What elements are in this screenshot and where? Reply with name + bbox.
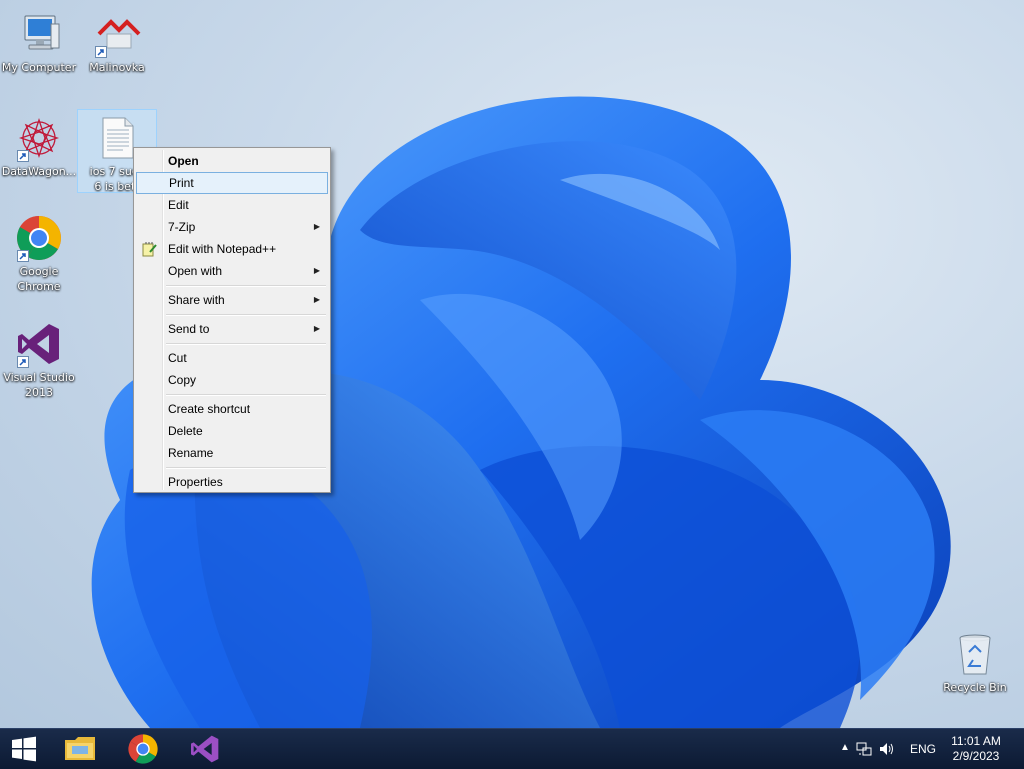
menu-item-rename[interactable]: Rename bbox=[136, 442, 328, 464]
network-icon[interactable] bbox=[856, 741, 872, 757]
desktop-icon-label: My Computer bbox=[1, 61, 77, 74]
menu-item-label: Properties bbox=[168, 475, 223, 489]
desktop-icon-malinovka[interactable]: Malinovka bbox=[78, 6, 156, 75]
menu-item-send-to[interactable]: Send to ▶ bbox=[136, 318, 328, 340]
menu-item-label: Create shortcut bbox=[168, 402, 251, 416]
menu-item-edit[interactable]: Edit bbox=[136, 194, 328, 216]
taskbar-chrome[interactable] bbox=[123, 733, 163, 765]
desktop-icon-label: 2013 bbox=[25, 386, 53, 399]
menu-item-open[interactable]: Open bbox=[136, 150, 328, 172]
context-menu: Open Print Edit 7-Zip ▶ Edit with Notepad… bbox=[133, 147, 331, 493]
visual-studio-icon bbox=[191, 735, 219, 763]
desktop[interactable]: My Computer Malinovka DataWagon... ios 7… bbox=[0, 0, 1024, 728]
notepad-plus-plus-icon bbox=[142, 242, 157, 257]
volume-icon[interactable] bbox=[878, 741, 894, 757]
menu-item-print[interactable]: Print bbox=[136, 172, 328, 194]
menu-separator bbox=[136, 282, 328, 289]
menu-item-properties[interactable]: Properties bbox=[136, 471, 328, 493]
recycle-bin-icon bbox=[959, 634, 991, 675]
chrome-icon bbox=[128, 734, 158, 764]
start-icon bbox=[12, 736, 36, 762]
computer-icon bbox=[24, 15, 60, 50]
shortcut-arrow-icon bbox=[17, 356, 29, 368]
menu-item-label: Print bbox=[169, 176, 194, 190]
desktop-icon-label: Chrome bbox=[17, 280, 61, 293]
menu-item-label: Send to bbox=[168, 322, 210, 336]
desktop-icon-label: Google bbox=[19, 265, 59, 278]
menu-item-7zip[interactable]: 7-Zip ▶ bbox=[136, 216, 328, 238]
system-tray: ▲ ENG 11:01 AM 2/9/2023 bbox=[834, 729, 1024, 769]
menu-item-open-with[interactable]: Open with ▶ bbox=[136, 260, 328, 282]
menu-item-create-shortcut[interactable]: Create shortcut bbox=[136, 398, 328, 420]
submenu-arrow-icon: ▶ bbox=[313, 266, 320, 275]
desktop-icon-visual-studio[interactable]: Visual Studio 2013 bbox=[0, 316, 78, 400]
menu-item-label: Open bbox=[168, 154, 199, 168]
taskbar-visual-studio[interactable] bbox=[185, 733, 225, 765]
menu-separator bbox=[136, 391, 328, 398]
menu-item-label: Open with bbox=[168, 264, 223, 278]
start-button[interactable] bbox=[4, 733, 44, 765]
clock-date: 2/9/2023 bbox=[952, 749, 1000, 763]
desktop-icon-label: Visual Studio bbox=[3, 371, 75, 384]
menu-item-share-with[interactable]: Share with ▶ bbox=[136, 289, 328, 311]
menu-item-label: Share with bbox=[168, 293, 225, 307]
menu-separator bbox=[136, 311, 328, 318]
menu-separator bbox=[136, 340, 328, 347]
menu-item-copy[interactable]: Copy bbox=[136, 369, 328, 391]
taskbar: ▲ ENG 11:01 AM 2/9/2023 bbox=[0, 728, 1024, 769]
clock[interactable]: 11:01 AM 2/9/2023 bbox=[946, 734, 1006, 764]
menu-separator bbox=[136, 464, 328, 471]
menu-item-label: Cut bbox=[168, 351, 187, 365]
menu-item-label: Edit with Notepad++ bbox=[168, 242, 277, 256]
shortcut-arrow-icon bbox=[95, 46, 107, 58]
menu-item-label: Copy bbox=[168, 373, 197, 387]
desktop-icon-label: Recycle Bin bbox=[943, 681, 1007, 694]
menu-item-cut[interactable]: Cut bbox=[136, 347, 328, 369]
clock-time: 11:01 AM bbox=[951, 734, 1001, 748]
shortcut-arrow-icon bbox=[17, 150, 29, 162]
desktop-icon-my-computer[interactable]: My Computer bbox=[0, 6, 78, 75]
language-indicator[interactable]: ENG bbox=[910, 742, 936, 756]
file-explorer-icon bbox=[65, 737, 95, 760]
taskbar-file-explorer[interactable] bbox=[60, 733, 100, 765]
menu-item-delete[interactable]: Delete bbox=[136, 420, 328, 442]
menu-item-label: Rename bbox=[168, 446, 214, 460]
menu-item-label: Edit bbox=[168, 198, 189, 212]
submenu-arrow-icon: ▶ bbox=[313, 324, 320, 333]
desktop-icon-datawagon[interactable]: DataWagon... bbox=[0, 110, 78, 179]
submenu-arrow-icon: ▶ bbox=[313, 295, 320, 304]
desktop-icon-google-chrome[interactable]: Google Chrome bbox=[0, 210, 78, 294]
submenu-arrow-icon: ▶ bbox=[313, 222, 320, 231]
show-hidden-icons-button[interactable]: ▲ bbox=[840, 742, 856, 758]
desktop-icon-label: Malinovka bbox=[89, 61, 145, 74]
desktop-icon-label: DataWagon... bbox=[1, 165, 77, 178]
menu-item-label: Delete bbox=[168, 424, 203, 438]
shortcut-arrow-icon bbox=[17, 250, 29, 262]
menu-item-edit-with-notepad-plus-plus[interactable]: Edit with Notepad++ bbox=[136, 238, 328, 260]
menu-item-label: 7-Zip bbox=[168, 220, 196, 234]
desktop-icon-recycle-bin[interactable]: Recycle Bin bbox=[936, 626, 1014, 695]
